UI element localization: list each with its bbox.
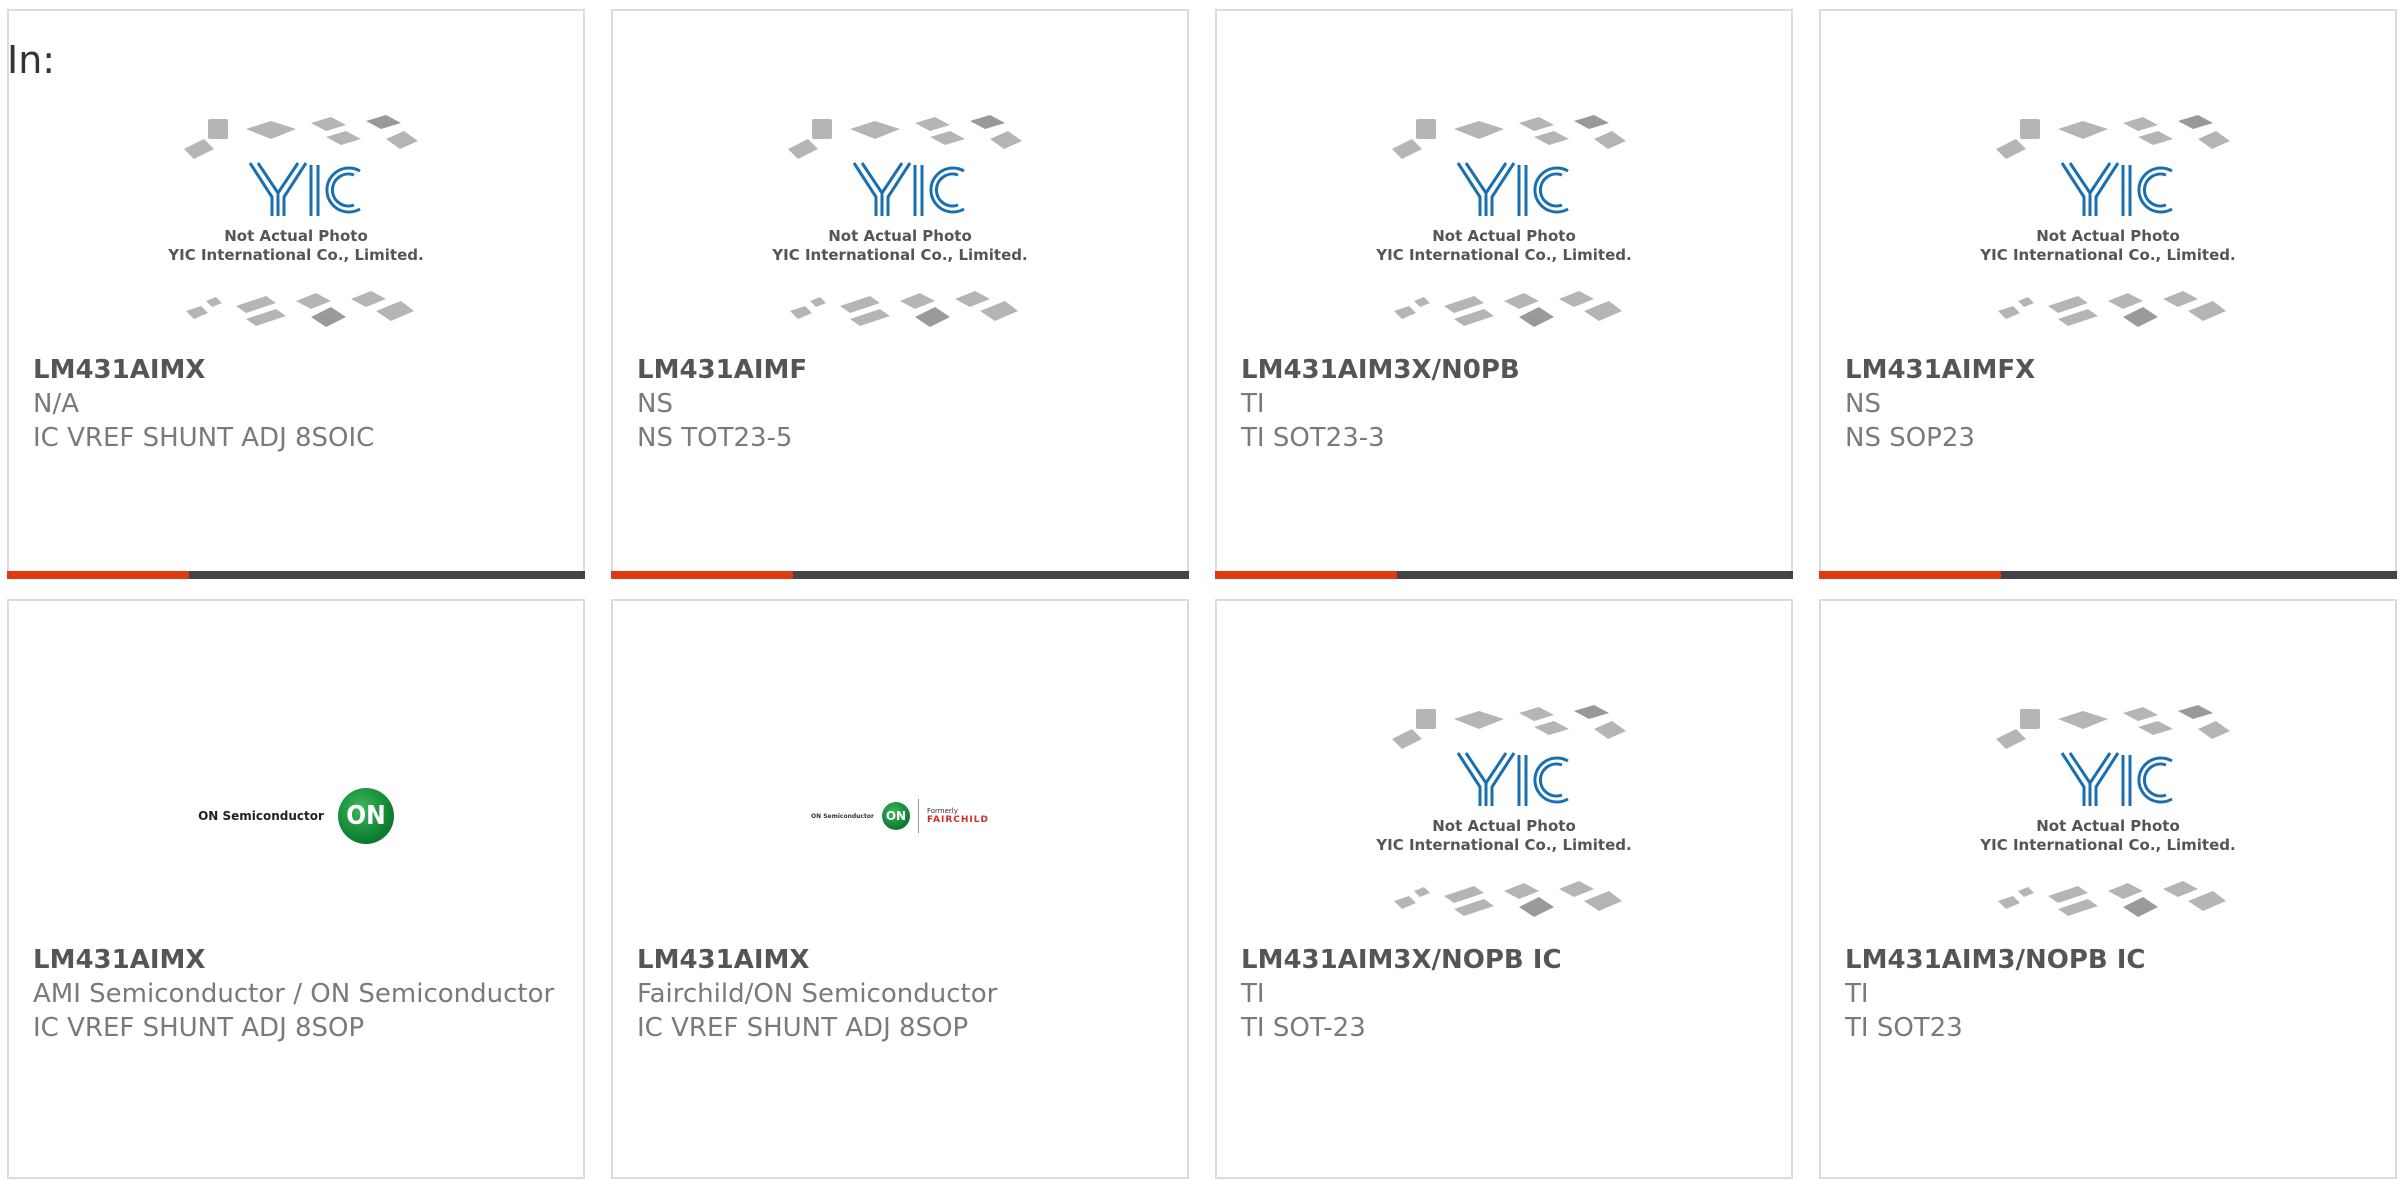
svg-text:YIC International Co., Limited: YIC International Co., Limited. — [1375, 246, 1631, 264]
product-image[interactable]: Not Actual Photo YIC International Co., … — [9, 91, 583, 361]
yic-placeholder-image: Not Actual Photo YIC International Co., … — [167, 115, 424, 327]
manufacturer: NS — [1845, 389, 1881, 419]
part-number[interactable]: LM431AIMX — [637, 943, 1167, 977]
card-bottom-bar — [1819, 571, 2397, 579]
yic-placeholder-image: Not Actual Photo YIC International Co., … — [1375, 115, 1632, 327]
product-image[interactable]: Not Actual Photo YIC International Co., … — [1217, 681, 1791, 951]
product-image[interactable]: ON Semiconductor ON — [9, 681, 583, 951]
card-bottom-bar — [1215, 571, 1793, 579]
fairchild-on-logo: ON Semiconductor ON Formerly FAIRCHILD — [811, 799, 989, 833]
part-number[interactable]: LM431AIMF — [637, 353, 1167, 387]
svg-text:YIC International Co., Limited: YIC International Co., Limited. — [771, 246, 1027, 264]
part-number[interactable]: LM431AIM3X/N0PB — [1241, 353, 1771, 387]
product-card[interactable]: ON Semiconductor ON LM431AIMX AMI Semico… — [7, 599, 585, 1179]
product-card[interactable]: Not Actual Photo YIC International Co., … — [7, 9, 585, 579]
manufacturer: TI — [1845, 979, 1869, 1009]
yic-placeholder-image: Not Actual Photo YIC International Co., … — [1979, 115, 2236, 327]
description: IC VREF SHUNT ADJ 8SOP — [637, 1013, 969, 1043]
part-number[interactable]: LM431AIMX — [33, 353, 563, 387]
product-image[interactable]: Not Actual Photo YIC International Co., … — [613, 91, 1187, 361]
product-card[interactable]: Not Actual Photo YIC International Co., … — [1215, 599, 1793, 1179]
part-number[interactable]: LM431AIMFX — [1845, 353, 2375, 387]
description: NS TOT23-5 — [637, 423, 793, 453]
product-image[interactable]: Not Actual Photo YIC International Co., … — [1821, 91, 2395, 361]
yic-placeholder-image: Not Actual Photo YIC International Co., … — [771, 115, 1028, 327]
description: TI SOT23 — [1845, 1013, 1963, 1043]
svg-text:Not Actual Photo: Not Actual Photo — [1432, 227, 1576, 245]
yic-placeholder-image: Not Actual Photo YIC International Co., … — [1375, 705, 1632, 917]
description: TI SOT23-3 — [1241, 423, 1385, 453]
product-card[interactable]: ON Semiconductor ON Formerly FAIRCHILD L… — [611, 599, 1189, 1179]
yic-placeholder-image: Not Actual Photo YIC International Co., … — [1979, 705, 2236, 917]
product-image[interactable]: Not Actual Photo YIC International Co., … — [1217, 91, 1791, 361]
manufacturer: N/A — [33, 389, 79, 419]
svg-text:YIC International Co., Limited: YIC International Co., Limited. — [167, 246, 423, 264]
svg-text:Not Actual Photo: Not Actual Photo — [2036, 227, 2180, 245]
product-image[interactable]: ON Semiconductor ON Formerly FAIRCHILD — [613, 681, 1187, 951]
product-card[interactable]: Not Actual Photo YIC International Co., … — [611, 9, 1189, 579]
part-number[interactable]: LM431AIM3/NOPB IC — [1845, 943, 2375, 977]
svg-text:Not Actual Photo: Not Actual Photo — [1432, 817, 1576, 835]
manufacturer: Fairchild/ON Semiconductor — [637, 979, 998, 1009]
description: TI SOT-23 — [1241, 1013, 1366, 1043]
product-grid: Not Actual Photo YIC International Co., … — [0, 0, 2400, 1179]
product-card[interactable]: Not Actual Photo YIC International Co., … — [1819, 599, 2397, 1179]
svg-text:YIC International Co., Limited: YIC International Co., Limited. — [1979, 246, 2235, 264]
on-logo-icon: ON — [881, 802, 910, 830]
description: IC VREF SHUNT ADJ 8SOP — [33, 1013, 365, 1043]
on-logo-icon: ON — [337, 788, 394, 844]
svg-text:YIC International Co., Limited: YIC International Co., Limited. — [1375, 836, 1631, 854]
svg-text:YIC International Co., Limited: YIC International Co., Limited. — [1979, 836, 2235, 854]
on-semiconductor-logo: ON Semiconductor ON — [198, 788, 394, 844]
manufacturer: NS — [637, 389, 673, 419]
svg-text:Not Actual Photo: Not Actual Photo — [2036, 817, 2180, 835]
in-label: In: — [7, 38, 56, 82]
part-number[interactable]: LM431AIMX — [33, 943, 563, 977]
svg-text:Not Actual Photo: Not Actual Photo — [224, 227, 368, 245]
manufacturer: AMI Semiconductor / ON Semiconductor — [33, 979, 555, 1009]
card-bottom-bar — [611, 571, 1189, 579]
product-image[interactable]: Not Actual Photo YIC International Co., … — [1821, 681, 2395, 951]
description: NS SOP23 — [1845, 423, 1975, 453]
part-number[interactable]: LM431AIM3X/NOPB IC — [1241, 943, 1771, 977]
description: IC VREF SHUNT ADJ 8SOIC — [33, 423, 375, 453]
manufacturer: TI — [1241, 389, 1265, 419]
product-card[interactable]: Not Actual Photo YIC International Co., … — [1819, 9, 2397, 579]
manufacturer: TI — [1241, 979, 1265, 1009]
product-card[interactable]: Not Actual Photo YIC International Co., … — [1215, 9, 1793, 579]
card-bottom-bar — [7, 571, 585, 579]
svg-text:Not Actual Photo: Not Actual Photo — [828, 227, 972, 245]
